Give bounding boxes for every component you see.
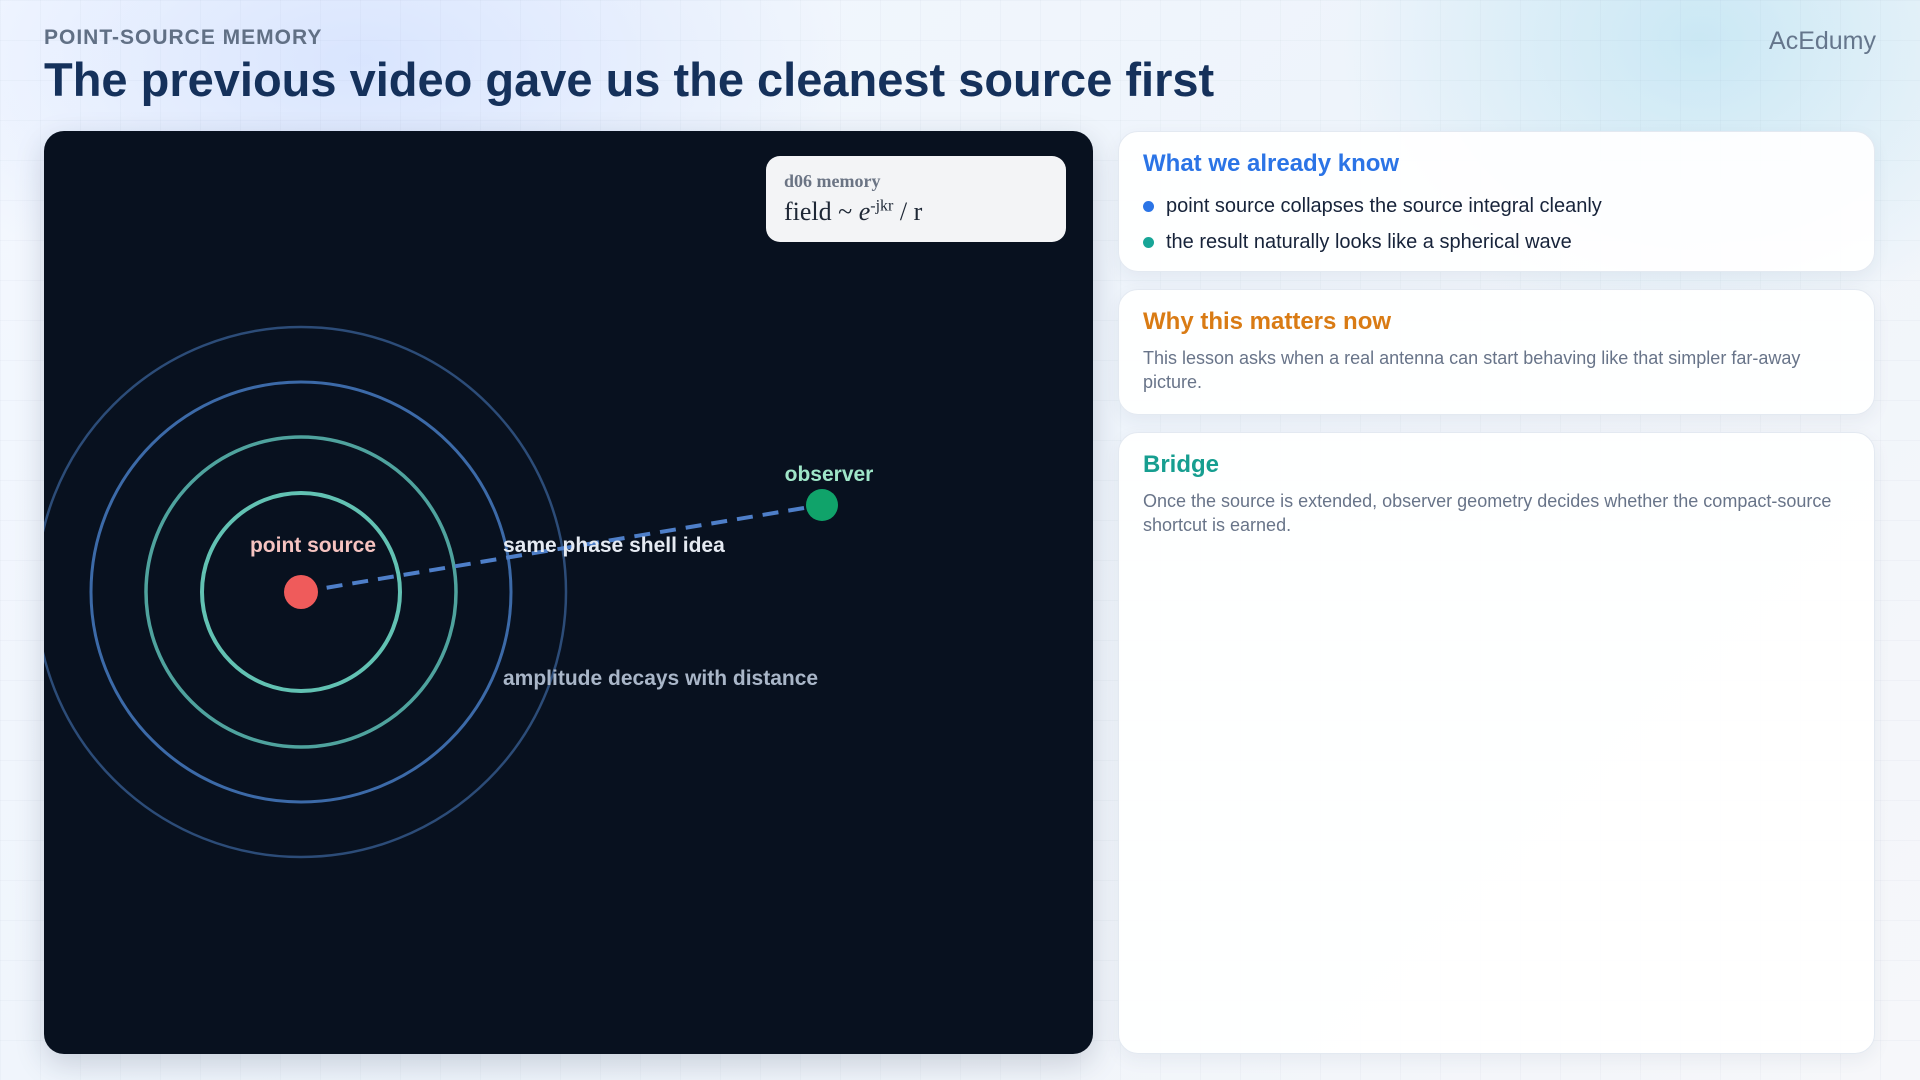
card-bridge-heading: Bridge: [1143, 451, 1220, 478]
point-source-label: point source: [250, 534, 376, 557]
formula-prefix: field ~: [784, 197, 859, 226]
page-title: The previous video gave us the cleanest …: [44, 53, 1215, 106]
card-why-matters: Why this matters now This lesson asks wh…: [1118, 289, 1875, 415]
card-bridge-body: Once the source is extended, observer ge…: [1143, 491, 1832, 535]
card-why-matters-body: This lesson asks when a real antenna can…: [1143, 348, 1801, 392]
shell-idea-label: same phase shell idea: [503, 534, 725, 557]
diagram-panel: point source observer same phase shell i…: [44, 131, 1093, 1054]
list-item-text: the result naturally looks like a spheri…: [1166, 230, 1572, 253]
card-bridge: Bridge Once the source is extended, obse…: [1118, 432, 1875, 1054]
card-why-matters-heading: Why this matters now: [1143, 308, 1392, 335]
memory-card-title: d06 memory: [784, 171, 881, 191]
bullet-dot-icon: [1143, 236, 1154, 248]
point-source-marker: [284, 575, 318, 609]
brand-logo: AcEdumy: [1769, 27, 1876, 55]
section-eyebrow: POINT-SOURCE MEMORY: [44, 26, 323, 49]
card-what-we-know-heading: What we already know: [1143, 150, 1400, 177]
field-formula: field ~ e-jkr / r: [784, 197, 1048, 227]
formula-base: e: [858, 197, 871, 226]
known-facts-list: point source collapses the source integr…: [1143, 188, 1850, 260]
observer-label: observer: [785, 463, 874, 486]
wave-diagram: point source observer same phase shell i…: [44, 325, 874, 859]
memory-formula-card: d06 memory field ~ e-jkr / r: [766, 156, 1066, 242]
formula-exponent: -jkr: [870, 197, 894, 215]
formula-suffix: / r: [893, 197, 923, 226]
list-item-text: point source collapses the source integr…: [1166, 194, 1602, 217]
list-item: point source collapses the source integr…: [1143, 188, 1850, 224]
observer-marker: [806, 489, 838, 521]
amplitude-label: amplitude decays with distance: [503, 667, 818, 690]
card-what-we-know: What we already know point source collap…: [1118, 131, 1875, 272]
bullet-dot-icon: [1143, 200, 1154, 212]
list-item: the result naturally looks like a spheri…: [1143, 224, 1850, 260]
